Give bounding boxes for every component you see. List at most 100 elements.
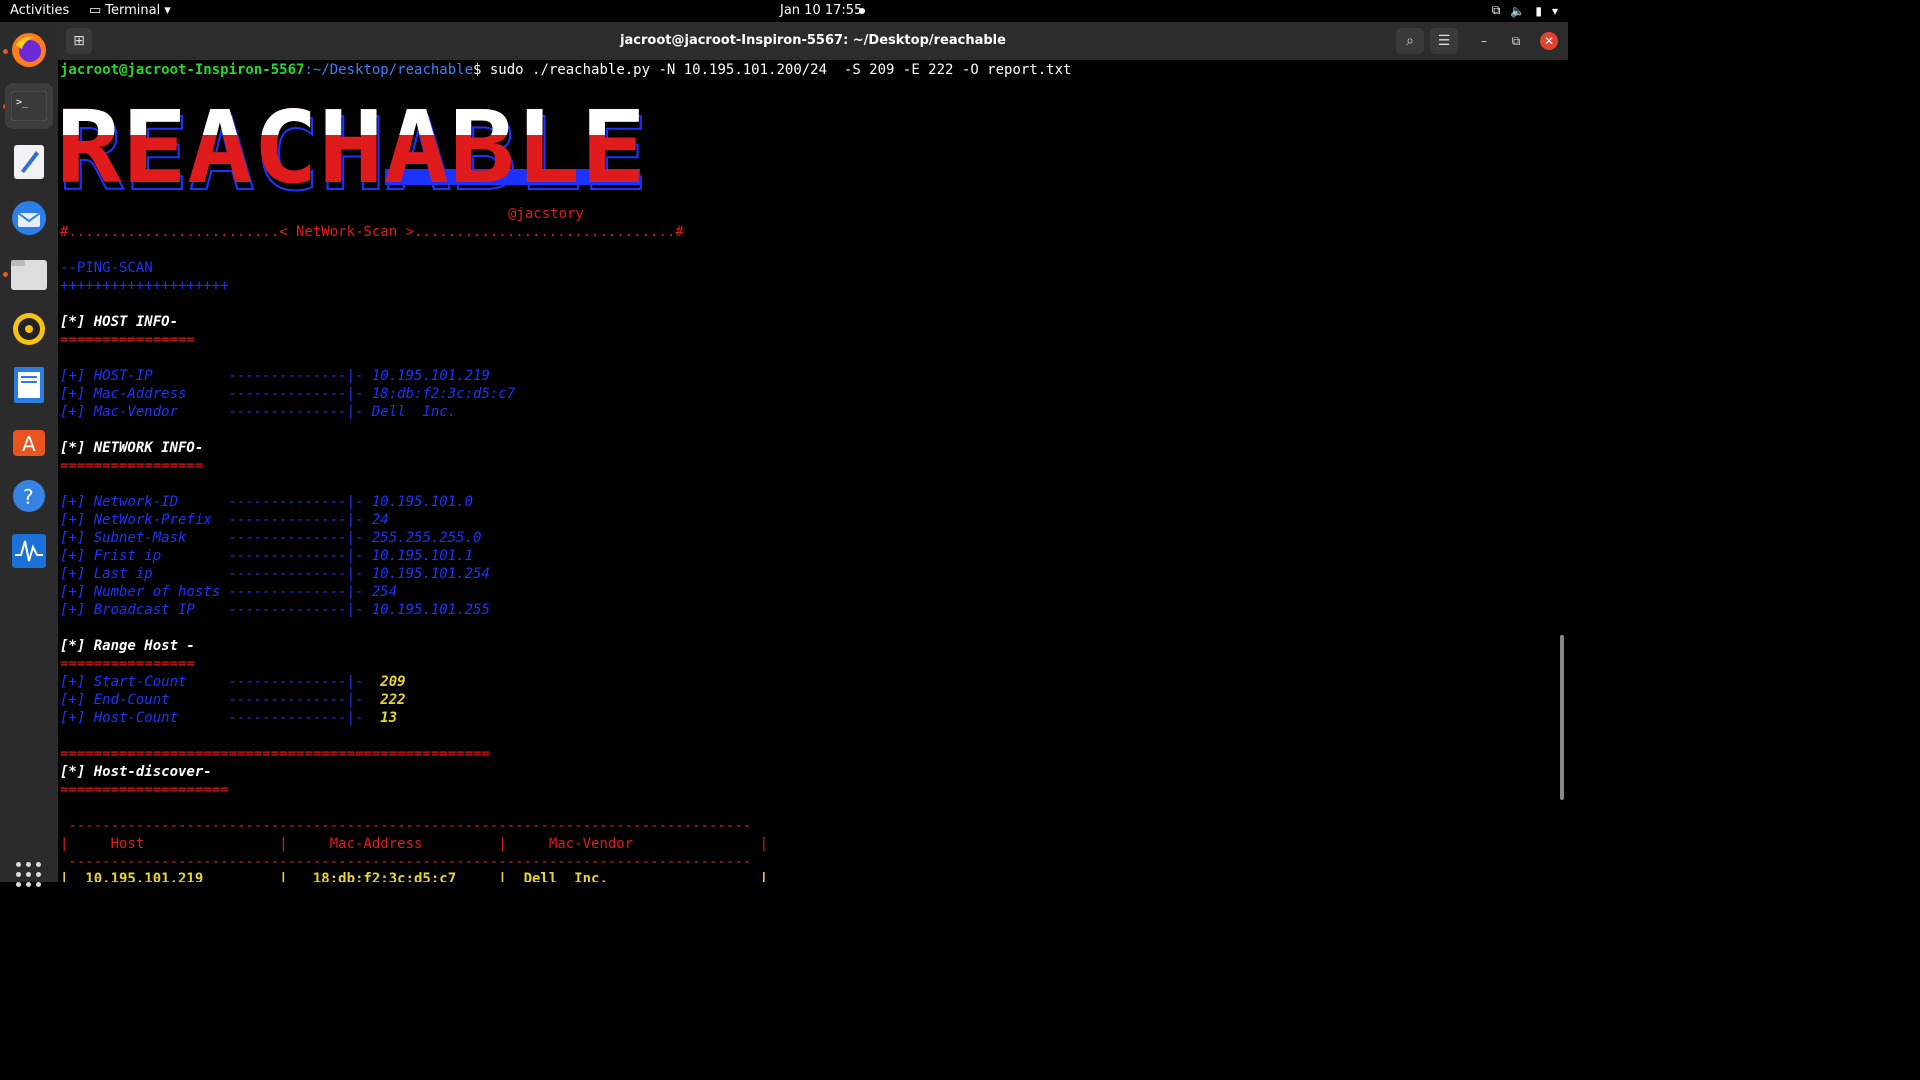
host-ip-row: [+] HOST-IP --------------|- 10.195.101.… (60, 367, 490, 385)
close-button[interactable]: ✕ (1540, 32, 1558, 50)
row-value: 254 (371, 584, 398, 600)
rhythmbox-icon[interactable] (9, 309, 49, 349)
files-icon[interactable] (9, 254, 49, 294)
scrollbar[interactable] (1560, 635, 1564, 800)
row-label: [+] Host-Count --------------|- (60, 710, 381, 726)
minimize-button[interactable]: – (1475, 32, 1493, 50)
terminal-output[interactable]: jacroot@jacroot-Inspiron-5567:~/Desktop/… (60, 60, 1560, 882)
mac-vendor-row: [+] Mac-Vendor --------------|- Dell Inc… (60, 403, 456, 421)
row-value: 18:db:f2:3c:d5:c7 (371, 386, 516, 402)
prompt-user: jacroot@jacroot-Inspiron-5567 (60, 62, 305, 78)
number-of-hosts-row: [+] Number of hosts --------------|- 254 (60, 583, 397, 601)
row-label: [+] Start-Count --------------|- (60, 674, 381, 690)
divider: ================= (60, 458, 204, 474)
mac-address-row: [+] Mac-Address --------------|- 18:db:f… (60, 385, 515, 403)
start-count-row: [+] Start-Count --------------|- 209 (60, 673, 406, 691)
network-icon: ⧉ (1491, 3, 1501, 17)
divider: ========================================… (60, 746, 490, 762)
terminal-icon[interactable]: >_ (5, 83, 53, 129)
app-menu-label: Terminal (105, 3, 161, 18)
minimize-icon: – (1481, 34, 1487, 48)
last-ip-row: [+] Last ip --------------|- 10.195.101.… (60, 565, 490, 583)
row-label: [+] Frist ip --------------|- (60, 548, 372, 564)
command-text: sudo ./reachable.py -N 10.195.101.200/24… (481, 62, 1072, 78)
maximize-button[interactable]: ⧉ (1507, 32, 1525, 50)
row-value: 10.195.101.0 (371, 494, 474, 510)
activities-button[interactable]: Activities (10, 3, 69, 18)
row-value: Dell Inc. (371, 404, 457, 420)
row-label: [+] End-Count --------------|- (60, 692, 381, 708)
host-count-row: [+] Host-Count --------------|- 13 (60, 709, 397, 727)
table-border: ----------------------------------------… (60, 854, 752, 870)
hamburger-icon: ☰ (1437, 33, 1451, 49)
divider: ================ (60, 656, 195, 672)
help-icon[interactable]: ? (9, 476, 49, 516)
prompt-path: :~/Desktop/reachable (304, 62, 474, 78)
dock: >_ A ? (0, 22, 58, 887)
running-indicator (3, 272, 8, 277)
first-ip-row: [+] Frist ip --------------|- 10.195.101… (60, 547, 473, 565)
row-label: [+] NetWork-Prefix --------------|- (60, 512, 372, 528)
row-value: 10.195.101.219 (371, 368, 490, 384)
system-tray[interactable]: ⧉ 🔈 ▮ ▾ (1492, 3, 1558, 18)
row-value: 13 (380, 710, 398, 726)
firefox-icon[interactable] (9, 30, 49, 70)
thunderbird-icon[interactable] (9, 198, 49, 238)
network-id-row: [+] Network-ID --------------|- 10.195.1… (60, 493, 473, 511)
row-value: 222 (380, 692, 406, 708)
row-label: [+] Network-ID --------------|- (60, 494, 372, 510)
software-icon[interactable]: A (9, 420, 49, 460)
battery-icon: ▮ (1535, 3, 1542, 18)
show-apps-button[interactable] (16, 862, 42, 888)
host-info-title: [*] HOST INFO- (60, 314, 179, 330)
end-count-row: [+] End-Count --------------|- 222 (60, 691, 406, 709)
text-editor-icon[interactable] (9, 142, 49, 182)
writer-icon[interactable] (9, 365, 49, 405)
ping-scan-label: --PING-SCAN (60, 260, 153, 276)
close-icon: ✕ (1543, 34, 1555, 48)
row-value: 255.255.255.0 (371, 530, 482, 546)
window-header: ⊞ jacroot@jacroot-Inspiron-5567: ~/Deskt… (58, 22, 1568, 60)
search-button[interactable]: ⌕ (1396, 28, 1424, 54)
svg-text:?: ? (23, 485, 34, 509)
terminal-small-icon: ▭ (89, 3, 102, 18)
row-value: 24 (371, 512, 389, 528)
plus-divider: ++++++++++++++++++++ (60, 278, 229, 294)
row-label: [+] Broadcast IP --------------|- (60, 602, 372, 618)
clock[interactable]: Jan 10 17:55 (780, 3, 862, 18)
app-menu[interactable]: ▭ Terminal ▾ (89, 3, 171, 18)
window-title: jacroot@jacroot-Inspiron-5567: ~/Desktop… (620, 33, 1006, 48)
broadcast-ip-row: [+] Broadcast IP --------------|- 10.195… (60, 601, 490, 619)
row-label: [+] Mac-Vendor --------------|- (60, 404, 372, 420)
divider: ================ (60, 332, 195, 348)
row-value: 209 (380, 674, 406, 690)
reachable-banner: REACHABLE REACHABLE REACHABLE (60, 97, 649, 201)
table-border: ----------------------------------------… (60, 818, 752, 834)
host-discover-title: [*] Host-discover- (60, 764, 212, 780)
top-bar: Activities ▭ Terminal ▾ Jan 10 17:55 ⧉ 🔈… (0, 0, 1568, 22)
row-value: 10.195.101.254 (371, 566, 490, 582)
row-value: 10.195.101.1 (371, 548, 474, 564)
row-value: 10.195.101.255 (371, 602, 490, 618)
row-label: [+] HOST-IP --------------|- (60, 368, 372, 384)
network-prefix-row: [+] NetWork-Prefix --------------|- 24 (60, 511, 389, 529)
search-icon: ⌕ (1406, 33, 1414, 49)
table-header: | Host | Mac-Address | Mac-Vendor | (60, 836, 769, 852)
chevron-down-icon: ▾ (164, 3, 171, 18)
chevron-down-icon: ▾ (1551, 3, 1558, 18)
row-label: [+] Number of hosts --------------|- (60, 584, 372, 600)
menu-button[interactable]: ☰ (1430, 28, 1458, 54)
divider: ==================== (60, 782, 229, 798)
row-label: [+] Subnet-Mask --------------|- (60, 530, 372, 546)
svg-text:A: A (22, 432, 36, 456)
range-host-title: [*] Range Host - (60, 638, 195, 654)
row-label: [+] Mac-Address --------------|- (60, 386, 372, 402)
notification-dot (859, 8, 865, 14)
svg-text:>_: >_ (16, 97, 29, 108)
section-separator: #.........................< NetWork-Scan… (60, 224, 684, 240)
volume-icon: 🔈 (1510, 3, 1526, 18)
subnet-mask-row: [+] Subnet-Mask --------------|- 255.255… (60, 529, 481, 547)
command-line: jacroot@jacroot-Inspiron-5567:~/Desktop/… (60, 61, 1071, 79)
system-monitor-icon[interactable] (9, 531, 49, 571)
running-indicator (3, 49, 8, 54)
